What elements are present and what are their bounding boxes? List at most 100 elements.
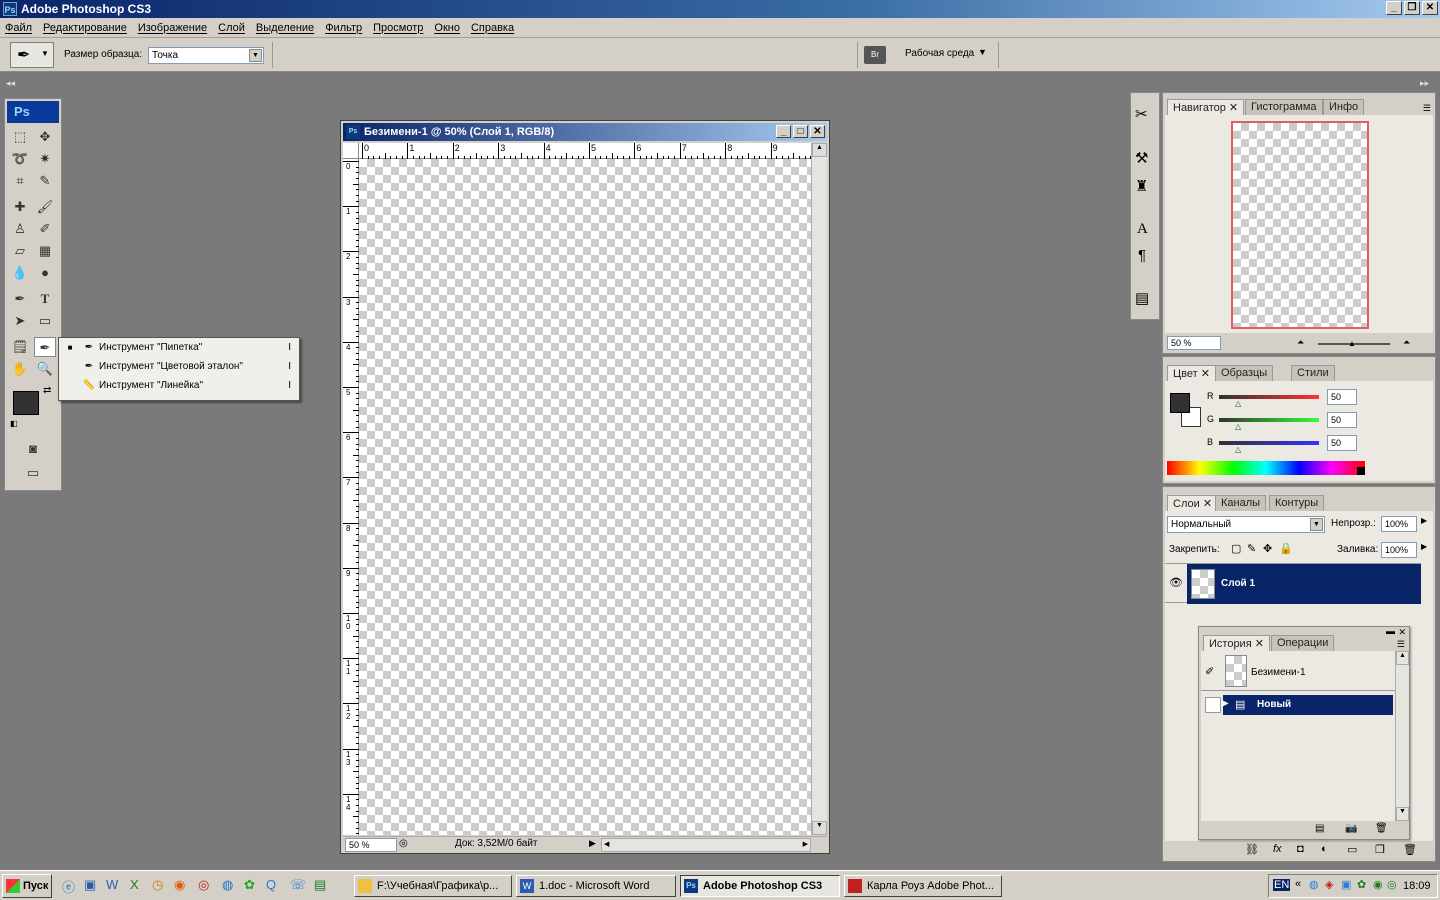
tray-status-icon[interactable]: ◉ xyxy=(1373,878,1383,891)
clone-source-icon[interactable]: ♜ xyxy=(1135,177,1148,195)
tab-histogram[interactable]: Гистограмма xyxy=(1245,99,1323,115)
trash-icon[interactable]: 🗑 xyxy=(1375,823,1388,834)
language-indicator[interactable]: EN xyxy=(1273,879,1291,891)
ie-icon[interactable]: ⓔ xyxy=(62,877,75,896)
lock-position-icon[interactable]: ✥ xyxy=(1263,542,1272,555)
menu-view[interactable]: Просмотр xyxy=(368,22,429,34)
ps-logo[interactable]: Ps xyxy=(7,101,59,123)
fill-field[interactable]: 100% xyxy=(1381,542,1417,558)
type-tool-icon[interactable]: T xyxy=(34,289,56,309)
window-title-bar[interactable]: Ps Adobe Photoshop CS3 _ ❐ ✕ xyxy=(0,0,1440,18)
quick-mask-icon[interactable]: ◙ xyxy=(22,439,44,459)
blend-mode-select[interactable]: Нормальный ▼ xyxy=(1167,516,1325,533)
paragraph-icon[interactable]: ¶ xyxy=(1138,247,1146,264)
icq-icon[interactable]: ✿ xyxy=(244,877,255,893)
scroll-left-icon[interactable]: ◀ xyxy=(604,839,609,851)
history-source-checkbox[interactable] xyxy=(1205,697,1221,713)
firefox-icon[interactable]: ◉ xyxy=(174,877,185,893)
vertical-scrollbar[interactable]: ▲ ▼ xyxy=(811,143,827,835)
eye-icon[interactable]: 👁 xyxy=(1169,576,1183,589)
taskbar-button-word[interactable]: W 1.doc - Microsoft Word xyxy=(516,875,676,897)
menu-select[interactable]: Выделение xyxy=(251,22,320,34)
status-arrow-icon[interactable]: ▶ xyxy=(589,838,596,849)
start-button[interactable]: Пуск xyxy=(2,874,52,898)
scroll-right-icon[interactable]: ▶ xyxy=(803,839,808,851)
scroll-down-icon[interactable]: ▼ xyxy=(1396,807,1409,821)
navigator-thumbnail[interactable] xyxy=(1231,121,1369,329)
blur-tool-icon[interactable]: 💧 xyxy=(9,263,31,283)
skype-icon[interactable]: ☏ xyxy=(290,877,306,893)
restore-button[interactable]: ❐ xyxy=(1404,1,1420,15)
value-b[interactable]: 50 xyxy=(1327,435,1357,451)
layer-comps-icon[interactable]: ▤ xyxy=(1135,289,1149,307)
hand-tool-icon[interactable]: ✋ xyxy=(9,359,31,379)
slider-b[interactable] xyxy=(1219,441,1319,445)
healing-brush-icon[interactable]: ✚ xyxy=(9,197,31,217)
history-state[interactable]: ▶ ▤ Новый xyxy=(1201,695,1395,715)
tool-presets-icon[interactable]: ✂ xyxy=(1135,105,1148,123)
menu-edit[interactable]: Редактирование xyxy=(38,22,133,34)
lock-transparent-icon[interactable]: ▢ xyxy=(1231,542,1241,555)
slider-thumb-icon[interactable]: △ xyxy=(1235,399,1241,408)
black-swatch[interactable] xyxy=(1357,467,1365,475)
taskbar-button-pdf[interactable]: Карла Роуз Adobe Phot... xyxy=(844,875,1002,897)
slider-r[interactable] xyxy=(1219,395,1319,399)
history-brush-source-icon[interactable]: ✐ xyxy=(1205,665,1214,678)
add-mask-icon[interactable]: ◘ xyxy=(1297,843,1304,855)
value-g[interactable]: 50 xyxy=(1327,412,1357,428)
scroll-up-icon[interactable]: ▲ xyxy=(1396,651,1409,665)
notes-tool-icon[interactable]: 🗒 xyxy=(9,337,31,357)
menu-help[interactable]: Справка xyxy=(466,22,520,34)
crop-tool-icon[interactable]: ⌗ xyxy=(9,171,31,191)
fill-arrow-icon[interactable]: ▶ xyxy=(1421,542,1427,551)
sample-size-select[interactable]: Точка ▼ xyxy=(148,47,264,64)
expand-icon[interactable]: ▸▸ xyxy=(1420,78,1429,89)
menu-image[interactable]: Изображение xyxy=(133,22,213,34)
minimize-button[interactable]: _ xyxy=(1386,1,1402,15)
horizontal-scrollbar[interactable]: ◀ ▶ xyxy=(601,838,811,852)
tab-paths[interactable]: Контуры xyxy=(1269,495,1325,511)
doc-maximize-button[interactable]: □ xyxy=(793,125,808,138)
panel-menu-icon[interactable]: ☰ xyxy=(1397,639,1405,650)
eyedropper-tool-icon[interactable]: ✒ xyxy=(34,337,56,357)
history-scrollbar[interactable]: ▲ ▼ xyxy=(1395,651,1409,821)
path-selection-icon[interactable]: ➤ xyxy=(9,311,31,331)
panel-menu-icon[interactable]: ☰ xyxy=(1423,103,1431,114)
flyout-item-eyedropper[interactable]: ■ ✒ Инструмент "Пипетка" I xyxy=(59,338,299,357)
new-group-icon[interactable]: ▭ xyxy=(1347,843,1357,856)
ruler-origin[interactable] xyxy=(343,143,359,159)
history-brush-icon[interactable]: ✐ xyxy=(34,219,56,239)
history-state-selected[interactable]: ▶ ▤ Новый xyxy=(1221,695,1393,715)
taskbar-button-photoshop[interactable]: Ps Adobe Photoshop CS3 xyxy=(680,875,840,897)
tab-color[interactable]: Цвет ✕ xyxy=(1167,365,1216,381)
tray-icq-icon[interactable]: ✿ xyxy=(1357,878,1366,891)
document-title-bar[interactable]: Ps Безимени-1 @ 50% (Слой 1, RGB/8) _ □ … xyxy=(343,123,827,141)
link-layers-icon[interactable]: ⛓ xyxy=(1245,843,1259,856)
tray-antivirus-icon[interactable]: ◈ xyxy=(1325,878,1333,891)
tray-expand-icon[interactable]: « xyxy=(1295,878,1301,890)
menu-filter[interactable]: Фильтр xyxy=(320,22,368,34)
doc-close-button[interactable]: ✕ xyxy=(810,125,825,138)
trash-icon[interactable]: 🗑 xyxy=(1403,843,1417,856)
close-button[interactable]: ✕ xyxy=(1422,1,1438,15)
color-ramp[interactable] xyxy=(1167,461,1365,475)
tab-channels[interactable]: Каналы xyxy=(1215,495,1267,511)
menu-file[interactable]: Файл xyxy=(0,22,38,34)
magic-wand-icon[interactable]: ✷ xyxy=(34,149,56,169)
opacity-field[interactable]: 100% xyxy=(1381,516,1417,532)
brushes-icon[interactable]: ⚒ xyxy=(1135,149,1148,167)
snapshot-icon[interactable]: 📷 xyxy=(1345,823,1357,834)
default-colors-icon[interactable]: ◧ xyxy=(10,419,18,428)
slider-thumb-icon[interactable]: ▲ xyxy=(1348,339,1356,348)
tab-actions[interactable]: Операции xyxy=(1271,635,1335,651)
flyout-item-color-sampler[interactable]: ✒ Инструмент "Цветовой эталон" I xyxy=(59,357,299,376)
collapse-icon[interactable]: ◂◂ xyxy=(6,78,15,89)
zoom-tool-icon[interactable]: 🔍 xyxy=(34,359,56,379)
layer-row-selected[interactable]: Слой 1 xyxy=(1187,564,1421,604)
slider-g[interactable] xyxy=(1219,418,1319,422)
zoom-field[interactable]: 50 % xyxy=(345,838,397,852)
fx-icon[interactable]: fx xyxy=(1273,843,1282,855)
character-icon[interactable]: A xyxy=(1137,221,1148,238)
lock-image-icon[interactable]: ✎ xyxy=(1247,542,1256,555)
tray-network-icon[interactable]: ▣ xyxy=(1341,878,1351,891)
